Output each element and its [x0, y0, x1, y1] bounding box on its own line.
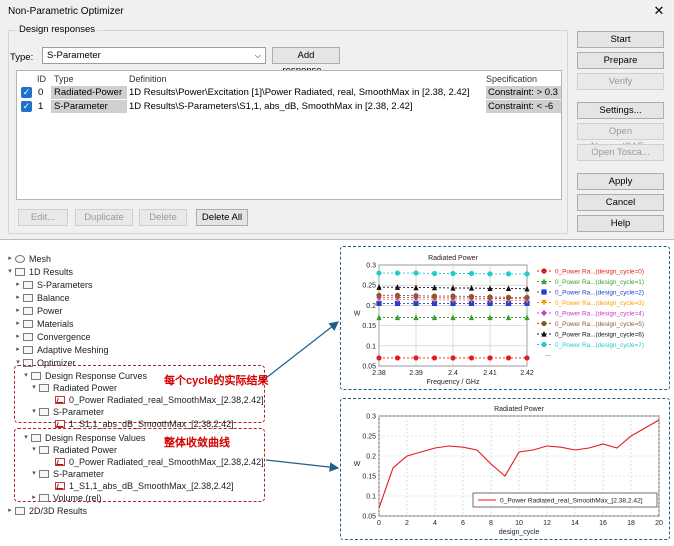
data-point [487, 294, 493, 300]
legend-marker [541, 320, 547, 327]
data-point [376, 355, 382, 361]
y-axis-label: W [354, 311, 361, 318]
x-tick-label: 12 [543, 520, 551, 527]
data-point [450, 270, 456, 277]
x-tick-label: 2.4 [448, 370, 458, 377]
y-tick-label: 0.1 [366, 343, 376, 350]
data-point [413, 270, 419, 276]
x-tick-label: 2.38 [372, 370, 386, 377]
legend-entry: 0_Power Ra...(design_cycle=4) [555, 311, 644, 318]
y-tick-label: 0.2 [366, 303, 376, 310]
x-tick-label: 8 [489, 520, 493, 527]
legend-entry: 0_Power Ra...(design_cycle=5) [555, 321, 644, 328]
data-point [505, 355, 512, 361]
x-tick-label: 2 [405, 520, 409, 527]
x-tick-label: 20 [655, 520, 663, 527]
convergence-chart: 0 2 4 6 8 10 12 14 16 18 20 0.05 0.1 0.15 0.2 0.25 0.3 Ra… [354, 406, 663, 536]
x-tick-label: 2.41 [483, 370, 497, 377]
chart-title: Radiated Power [494, 406, 544, 413]
x-tick-label: 14 [571, 520, 579, 527]
data-point [487, 271, 493, 277]
legend-more: ... [545, 351, 551, 358]
data-point [376, 270, 382, 276]
x-axis-label: design_cycle [499, 529, 540, 536]
y-tick-label: 0.1 [366, 494, 376, 501]
legend-marker [541, 309, 547, 317]
y-tick-label: 0.25 [362, 434, 376, 441]
y-tick-label: 0.3 [366, 414, 376, 421]
data-point [431, 355, 438, 361]
data-point [468, 355, 475, 361]
legend-entry: 0_Power Ra...(design_cycle=0) [555, 269, 644, 276]
arrow-to-convergence-chart [265, 459, 340, 472]
data-point [413, 293, 419, 299]
data-point [505, 271, 512, 277]
legend-entry: 0_Power Ra...(design_cycle=6) [555, 332, 644, 339]
y-tick-label: 0.3 [366, 263, 376, 270]
x-tick-label: 4 [433, 520, 437, 527]
legend-entry: 0_Power Ra...(design_cycle=2) [555, 290, 644, 297]
y-tick-label: 0.05 [362, 364, 376, 371]
cycle-chart-panel: 2.38 2.39 2.4 2.41 2.42 0.05 0.1 0.15 0.2 0.25 0.3… [340, 246, 670, 390]
legend-marker [541, 341, 547, 348]
y-axis-label: W [354, 461, 361, 468]
data-point [450, 293, 456, 299]
convergence-chart-panel: 0 2 4 6 8 10 12 14 16 18 20 0.05 0.1 0.15 0.2 0.25 0.3 Ra… [340, 398, 670, 540]
legend-entry: 0_Power Radiated_real_SmoothMax_[2.38,2.… [500, 498, 643, 505]
y-tick-label: 0.05 [362, 514, 376, 521]
chart-title: Radiated Power [428, 255, 478, 262]
data-point [487, 355, 493, 361]
data-point [394, 355, 401, 361]
legend-marker [541, 289, 547, 295]
data-point [524, 294, 530, 300]
data-point [524, 355, 530, 361]
x-tick-label: 0 [377, 520, 381, 527]
y-tick-label: 0.25 [362, 283, 376, 290]
x-tick-label: 2.42 [520, 370, 534, 377]
y-tick-label: 0.15 [362, 323, 376, 330]
data-point [468, 270, 475, 277]
data-point [524, 271, 530, 277]
data-point [431, 293, 438, 299]
data-point [413, 355, 419, 361]
y-tick-label: 0.2 [366, 454, 376, 461]
data-point [450, 355, 456, 361]
legend-marker [541, 268, 547, 274]
legend-entry: 0_Power Ra...(design_cycle=7) [555, 342, 644, 349]
data-point [505, 294, 512, 300]
data-point [394, 270, 401, 276]
arrow-to-cycle-chart [265, 321, 339, 379]
legend-entry: 0_Power Ra...(design_cycle=1) [555, 279, 644, 286]
cycle-results-chart: 2.38 2.39 2.4 2.41 2.42 0.05 0.1 0.15 0.2 0.25 0.3… [354, 255, 644, 386]
data-point [394, 292, 401, 298]
x-tick-label: 10 [515, 520, 523, 527]
x-tick-label: 16 [599, 520, 607, 527]
legend-entry: 0_Power Ra...(design_cycle=3) [555, 300, 644, 307]
x-tick-label: 18 [627, 520, 635, 527]
y-tick-label: 0.15 [362, 474, 376, 481]
data-point [431, 270, 438, 277]
x-axis-label: Frequency / GHz [427, 379, 480, 386]
data-point [468, 293, 475, 300]
x-tick-label: 6 [461, 520, 465, 527]
data-point [376, 292, 382, 298]
x-tick-label: 2.39 [409, 370, 423, 377]
